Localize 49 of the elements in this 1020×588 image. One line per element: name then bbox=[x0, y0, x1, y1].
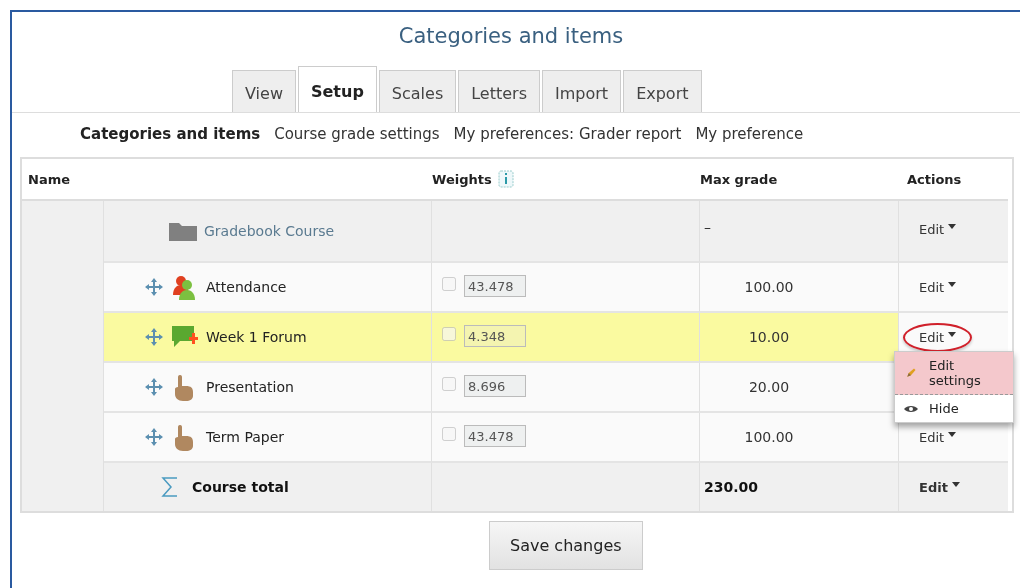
caret-icon bbox=[948, 431, 957, 437]
item-name: Attendance bbox=[206, 279, 287, 295]
subnav-link[interactable]: Course grade settings bbox=[274, 125, 440, 149]
tab[interactable]: Export bbox=[623, 70, 702, 112]
move-icon[interactable] bbox=[144, 427, 164, 447]
caret-icon bbox=[948, 331, 957, 337]
move-icon[interactable] bbox=[144, 277, 164, 297]
item-name: Week 1 Forum bbox=[206, 329, 307, 345]
max-grade: – bbox=[704, 219, 711, 235]
weight-field[interactable]: 43.478 bbox=[464, 275, 526, 297]
weight-field[interactable]: 4.348 bbox=[464, 325, 526, 347]
sigma-icon bbox=[160, 476, 180, 498]
weight-field[interactable]: 8.696 bbox=[464, 375, 526, 397]
tab[interactable]: Setup bbox=[297, 66, 377, 112]
page-title: Categories and items bbox=[397, 23, 625, 50]
subnav-link[interactable]: Categories and items bbox=[80, 125, 261, 149]
people-icon bbox=[170, 273, 198, 301]
menu-item[interactable]: Hide bbox=[895, 395, 1013, 422]
max-grade: 100.00 bbox=[744, 279, 794, 295]
edit-menu-button[interactable]: Edit bbox=[919, 329, 957, 345]
category-name[interactable]: Gradebook Course bbox=[204, 223, 335, 239]
tab[interactable]: Import bbox=[542, 70, 622, 112]
edit-menu-button[interactable]: Edit bbox=[919, 479, 960, 495]
max-grade: 230.00 bbox=[704, 479, 759, 495]
max-grade: 100.00 bbox=[744, 429, 794, 445]
menu-item[interactable]: Edit settings bbox=[895, 352, 1013, 395]
tab[interactable]: Letters bbox=[458, 70, 540, 112]
caret-icon bbox=[948, 281, 957, 287]
edit-menu-button[interactable]: Edit bbox=[919, 222, 957, 237]
info-icon[interactable] bbox=[497, 170, 514, 188]
move-icon[interactable] bbox=[144, 327, 164, 347]
subnav-link[interactable]: My preference bbox=[695, 125, 804, 149]
save-button[interactable]: Save changes bbox=[489, 521, 643, 570]
tab[interactable]: Scales bbox=[378, 70, 457, 112]
item-name: Presentation bbox=[206, 379, 294, 395]
move-icon[interactable] bbox=[144, 377, 164, 397]
edit-menu-button[interactable]: Edit bbox=[919, 279, 957, 295]
caret-icon bbox=[948, 224, 957, 229]
total-label: Course total bbox=[192, 479, 289, 495]
folder-icon bbox=[168, 220, 198, 242]
edit-menu-button[interactable]: Edit bbox=[919, 429, 957, 445]
column-header: Weights bbox=[432, 171, 492, 187]
caret-icon bbox=[951, 481, 960, 487]
item-name: Term Paper bbox=[206, 429, 285, 445]
subnav-link[interactable]: My preferences: Grader report bbox=[453, 125, 682, 149]
max-grade: 10.00 bbox=[748, 329, 790, 345]
weight-field[interactable]: 43.478 bbox=[464, 425, 526, 447]
tab[interactable]: View bbox=[232, 70, 296, 112]
max-grade: 20.00 bbox=[748, 379, 790, 395]
